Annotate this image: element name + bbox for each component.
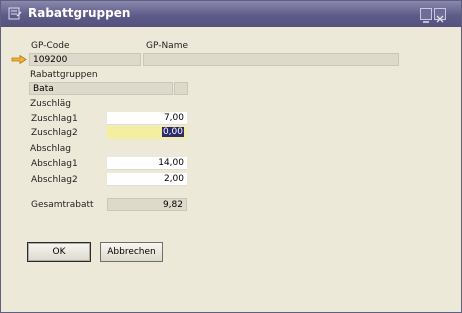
gesamtrabatt-label: Gesamtrabatt xyxy=(31,200,94,210)
zuschlag2-selected-value[interactable]: 0,00 xyxy=(161,127,184,137)
abschlag-section-label: Abschlag xyxy=(30,144,71,154)
ok-button[interactable]: OK xyxy=(27,242,91,262)
rabattgruppen-lookup-button[interactable] xyxy=(174,82,188,95)
minimize-icon[interactable] xyxy=(420,8,432,23)
cancel-button[interactable]: Abbrechen xyxy=(100,242,163,262)
dialog-window: Rabattgruppen GP-Code GP-Name 109200 Rab… xyxy=(0,0,462,313)
arrow-right-icon xyxy=(11,55,27,64)
gp-name-label: GP-Name xyxy=(146,41,189,51)
rabattgruppen-field[interactable]: Bata xyxy=(29,82,173,95)
rabattgruppen-label: Rabattgruppen xyxy=(30,70,98,80)
zuschlag2-label: Zuschlag2 xyxy=(31,128,78,138)
zuschlag-section-label: Zuschläg xyxy=(30,99,71,109)
zuschlag1-label: Zuschlag1 xyxy=(31,114,78,124)
abschlag1-label: Abschlag1 xyxy=(31,159,78,169)
close-icon[interactable] xyxy=(434,8,446,23)
abschlag2-field[interactable]: 2,00 xyxy=(107,173,187,186)
gp-code-label: GP-Code xyxy=(31,41,70,51)
abschlag2-label: Abschlag2 xyxy=(31,175,78,185)
zuschlag2-field[interactable]: 0,00 xyxy=(107,126,187,139)
window-title: Rabattgruppen xyxy=(28,6,131,20)
abschlag1-field[interactable]: 14,00 xyxy=(107,157,187,170)
zuschlag1-field[interactable]: 7,00 xyxy=(107,112,187,125)
gp-code-field[interactable]: 109200 xyxy=(29,53,141,66)
form-icon xyxy=(8,7,22,20)
gesamtrabatt-field[interactable]: 9,82 xyxy=(107,198,187,211)
gp-name-field[interactable] xyxy=(143,53,399,66)
title-bar[interactable]: Rabattgruppen xyxy=(1,1,461,27)
